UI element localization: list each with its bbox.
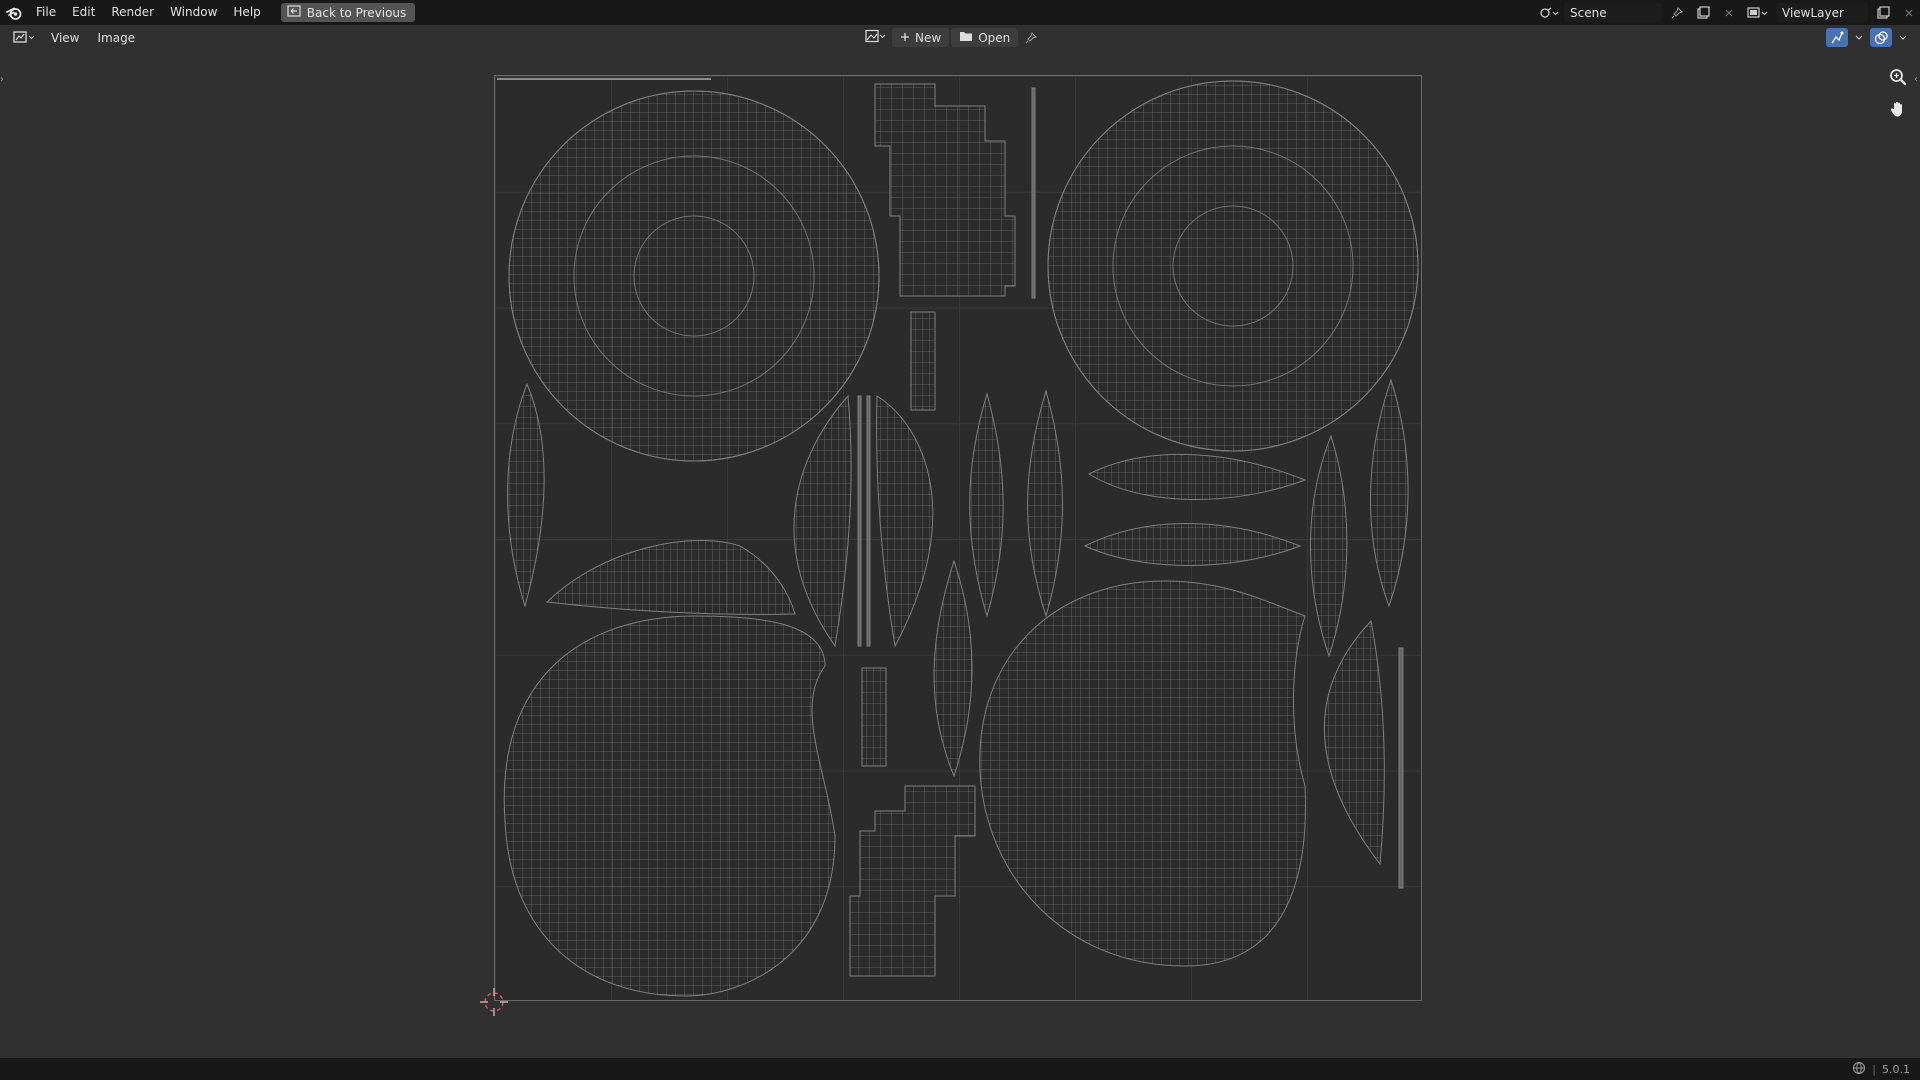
zoom-icon[interactable] [1886, 65, 1910, 89]
view-layer-selector-button[interactable] [1744, 3, 1772, 22]
scene-name-field[interactable]: Scene [1564, 3, 1662, 22]
new-scene-button[interactable] [1692, 3, 1714, 22]
editor-type-button[interactable] [8, 29, 42, 48]
network-icon [1852, 1061, 1866, 1078]
menu-view[interactable]: View [42, 31, 88, 45]
toolbar-expand-arrow[interactable]: › [0, 74, 4, 85]
image-tools: New Open [862, 28, 1042, 47]
overlay-icon[interactable] [1870, 28, 1892, 47]
image-editor-icon [12, 30, 38, 47]
back-to-previous-label: Back to Previous [306, 5, 407, 20]
sidebar-expand-arrow[interactable]: ‹ [1914, 74, 1918, 85]
menu-help[interactable]: Help [225, 0, 268, 25]
uv-wireframe [497, 78, 1419, 997]
new-image-button[interactable]: New [892, 28, 950, 47]
header-right-tools [1826, 28, 1910, 47]
delete-scene-icon[interactable] [1718, 3, 1740, 22]
delete-view-layer-icon[interactable] [1898, 3, 1920, 22]
scene-selector-button[interactable] [1538, 3, 1560, 22]
cursor-icon[interactable] [478, 986, 510, 1022]
back-to-previous-button[interactable]: Back to Previous [280, 3, 416, 22]
blender-logo-icon[interactable] [0, 0, 28, 25]
uv-canvas[interactable] [494, 75, 1422, 1001]
status-bar: | 5.0.1 [0, 1058, 1920, 1080]
menu-edit[interactable]: Edit [64, 0, 103, 25]
menu-window[interactable]: Window [162, 0, 225, 25]
menu-image[interactable]: Image [88, 31, 144, 45]
back-icon [287, 5, 301, 20]
open-image-label: Open [978, 30, 1011, 45]
plus-icon [900, 31, 910, 45]
uv-island [508, 90, 880, 462]
folder-icon [959, 31, 973, 45]
view-layer-field[interactable]: ViewLayer [1776, 3, 1868, 22]
version-label: 5.0.1 [1882, 1062, 1910, 1076]
open-image-button[interactable]: Open [951, 28, 1019, 47]
browse-image-button[interactable] [862, 28, 890, 47]
navigation-gizmo [1886, 65, 1910, 121]
hand-icon[interactable] [1886, 97, 1910, 121]
overlay-dropdown-icon[interactable] [1896, 28, 1910, 47]
top-bar: File Edit Render Window Help Back to Pre… [0, 0, 1920, 25]
uv-sync-icon[interactable] [1826, 28, 1848, 47]
status-separator: | [1872, 1062, 1876, 1076]
view-layer-name: ViewLayer [1782, 5, 1844, 20]
new-image-label: New [915, 30, 942, 45]
uv-sync-dropdown-icon[interactable] [1852, 28, 1866, 47]
new-view-layer-button[interactable] [1872, 3, 1894, 22]
menu-render[interactable]: Render [103, 0, 162, 25]
pin-icon[interactable] [1666, 3, 1688, 22]
scene-name: Scene [1570, 5, 1607, 20]
menu-file[interactable]: File [28, 0, 64, 25]
image-icon [864, 29, 888, 46]
pin-image-icon[interactable] [1020, 28, 1042, 47]
scene-controls: Scene ViewLayer [1538, 0, 1920, 25]
image-editor-header: View Image New Open [0, 25, 1920, 51]
